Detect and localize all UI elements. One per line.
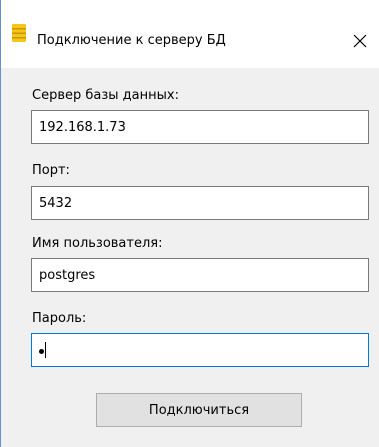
password-input[interactable] bbox=[31, 333, 369, 367]
port-value: 5432 bbox=[39, 195, 73, 211]
username-value: postgres bbox=[39, 267, 96, 283]
username-label: Имя пользователя: bbox=[32, 236, 163, 251]
close-button[interactable] bbox=[345, 26, 375, 56]
password-dot bbox=[39, 348, 44, 354]
server-value: 192.168.1.73 bbox=[39, 119, 126, 135]
title-bar[interactable]: Подключение к серверу БД bbox=[1, 0, 379, 68]
database-icon bbox=[12, 24, 26, 42]
connect-button-label: Подключиться bbox=[148, 402, 250, 418]
text-caret bbox=[45, 342, 46, 358]
port-label: Порт: bbox=[32, 163, 70, 178]
close-icon bbox=[353, 34, 367, 48]
connect-button[interactable]: Подключиться bbox=[96, 393, 302, 427]
window-title: Подключение к серверу БД bbox=[37, 33, 226, 48]
server-label: Сервер базы данных: bbox=[32, 88, 179, 103]
username-input[interactable]: postgres bbox=[31, 258, 369, 292]
port-input[interactable]: 5432 bbox=[31, 186, 369, 220]
dialog-body: Сервер базы данных: 192.168.1.73 Порт: 5… bbox=[1, 68, 379, 447]
password-label: Пароль: bbox=[32, 311, 87, 326]
connection-dialog: Подключение к серверу БД Сервер базы дан… bbox=[0, 0, 379, 447]
server-input[interactable]: 192.168.1.73 bbox=[31, 110, 369, 144]
